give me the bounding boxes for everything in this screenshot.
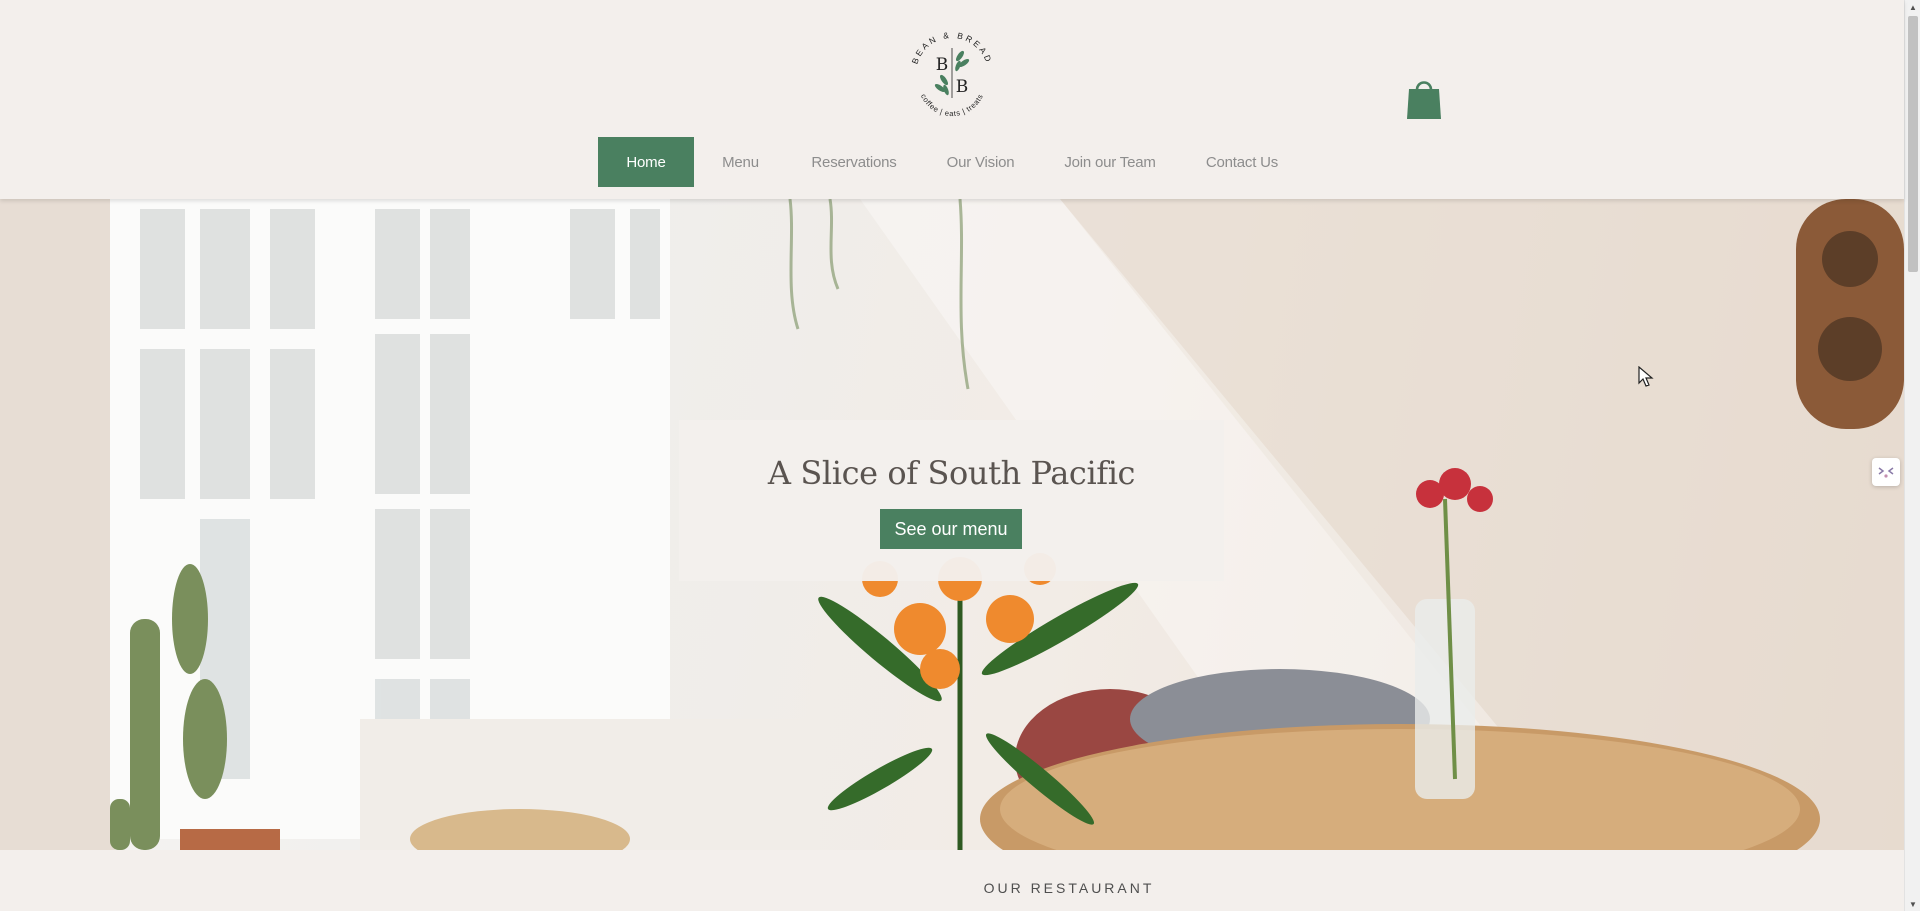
cart-button[interactable] [1406,76,1442,120]
brand-logo[interactable]: BEAN & BREAD coffee | eats | treats B B [908,26,996,118]
hero-card: A Slice of South Pacific See our menu [679,420,1224,581]
chat-widget-icon [1878,467,1894,478]
shopping-bag-icon [1407,81,1441,119]
scrollbar-thumb[interactable] [1908,16,1918,272]
brand-initial-bottom: B [956,77,969,97]
nav-item-our-vision[interactable]: Our Vision [921,137,1040,187]
page: BEAN & BREAD coffee | eats | treats B B [0,0,1920,911]
chat-widget-button[interactable] [1872,458,1900,486]
page-scrollbar[interactable]: ▲ ▼ [1904,0,1920,911]
scroll-down-arrow-icon[interactable]: ▼ [1905,897,1920,911]
nav-item-join-our-team[interactable]: Join our Team [1040,137,1180,187]
hero-title: A Slice of South Pacific [767,454,1136,492]
main-nav: Home Menu Reservations Our Vision Join o… [598,137,1304,187]
scroll-up-arrow-icon[interactable]: ▲ [1905,0,1920,14]
nav-item-home[interactable]: Home [598,137,694,187]
site-header: BEAN & BREAD coffee | eats | treats B B [0,0,1904,199]
nav-item-menu[interactable]: Menu [694,137,787,187]
nav-item-reservations[interactable]: Reservations [787,137,921,187]
brand-logo-icon: BEAN & BREAD coffee | eats | treats B B [910,30,992,118]
see-menu-button[interactable]: See our menu [880,509,1022,549]
nav-item-contact-us[interactable]: Contact Us [1180,137,1304,187]
brand-initial-top: B [936,55,949,75]
mouse-pointer-icon [1638,366,1654,387]
hero-section: A Slice of South Pacific See our menu [0,199,1904,850]
section-title: OUR RESTAURANT [983,880,1155,896]
